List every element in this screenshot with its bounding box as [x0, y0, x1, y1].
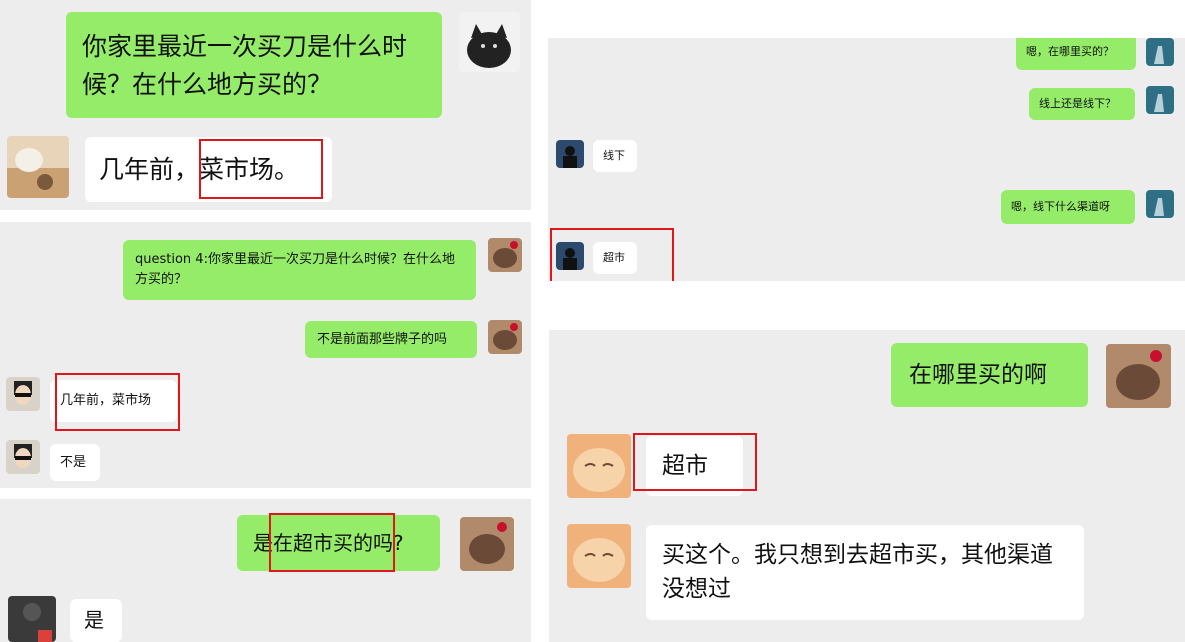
chat-panel-b: question 4:你家里最近一次买刀是什么时候？在什么地方买的？ 不是前面那…: [0, 222, 531, 488]
cat-photo-icon: [7, 148, 69, 198]
cat-photo-icon: [493, 323, 518, 350]
question-text: 在哪里买的啊: [909, 362, 1047, 388]
interviewer-avatar[interactable]: [488, 320, 522, 354]
highlight-box: [633, 433, 757, 491]
person-sunglasses-icon: [14, 381, 32, 405]
answer-bubble[interactable]: 是: [70, 599, 122, 642]
question-text: question 4:你家里最近一次买刀是什么时候？在什么地方买的？: [135, 252, 455, 287]
answer-bubble[interactable]: 不是: [50, 444, 100, 481]
black-cat-icon: [467, 24, 511, 68]
respondent-avatar[interactable]: [6, 440, 40, 474]
chat-panel-a: 你家里最近一次买刀是什么时候？在什么地方买的？ 几年前，菜市场。: [0, 0, 531, 210]
interviewer-avatar[interactable]: [460, 517, 514, 571]
respondent-avatar[interactable]: [556, 140, 584, 168]
question-bubble[interactable]: 线上还是线下？: [1029, 88, 1135, 120]
answer-text: 不是: [60, 455, 87, 470]
interviewer-avatar[interactable]: [1106, 344, 1171, 408]
question-bubble[interactable]: 在哪里买的啊: [891, 343, 1088, 407]
person-sunglasses-icon: [14, 444, 32, 468]
question-bubble[interactable]: 嗯，在哪里买的？: [1016, 38, 1136, 70]
chat-panel-c: 是在超市买的吗? 是: [0, 499, 531, 642]
respondent-avatar[interactable]: [567, 524, 631, 588]
respondent-avatar[interactable]: [8, 596, 56, 642]
respondent-avatar[interactable]: [567, 434, 631, 498]
hand-photo-icon: [1154, 94, 1164, 112]
question-bubble[interactable]: question 4:你家里最近一次买刀是什么时候？在什么地方买的？: [123, 240, 476, 300]
cat-photo-icon: [1116, 350, 1162, 400]
cat-photo-icon: [493, 241, 518, 268]
highlight-box: [199, 139, 323, 199]
interviewer-avatar[interactable]: [488, 238, 522, 272]
question-text: 嗯，在哪里买的？: [1026, 45, 1114, 58]
chat-panel-e: 在哪里买的啊 超市 买这个。我只想到去超市买，其他渠道没想过: [549, 330, 1185, 642]
chat-panel-d: 嗯，在哪里买的？ 线上还是线下？ 线下 嗯，线下什么渠道呀 超市: [548, 38, 1185, 281]
highlight-box: [55, 373, 180, 431]
respondent-avatar[interactable]: [7, 136, 69, 198]
hand-photo-icon: [1154, 198, 1164, 216]
question-text: 嗯，线下什么渠道呀: [1011, 200, 1110, 213]
question-bubble[interactable]: 你家里最近一次买刀是什么时候？在什么地方买的？: [66, 12, 442, 118]
followup-bubble[interactable]: 不是前面那些牌子的吗: [305, 321, 477, 358]
person-photo-icon: [23, 603, 52, 642]
interviewer-avatar[interactable]: [1146, 190, 1174, 218]
answer-text: 买这个。我只想到去超市买，其他渠道没想过: [662, 542, 1053, 602]
answer-text: 是: [84, 608, 104, 632]
interviewer-avatar[interactable]: [1146, 86, 1174, 114]
followup-text: 不是前面那些牌子的吗: [317, 332, 448, 347]
answer-bubble[interactable]: 线下: [593, 140, 637, 172]
interviewer-avatar[interactable]: [459, 12, 520, 72]
highlight-box: [269, 513, 395, 572]
hand-photo-icon: [1154, 46, 1164, 64]
cat-face-icon: [573, 448, 625, 492]
respondent-avatar[interactable]: [6, 377, 40, 411]
question-text: 你家里最近一次买刀是什么时候？在什么地方买的？: [82, 32, 408, 99]
highlight-box: [550, 228, 674, 281]
answer-text: 线下: [603, 149, 625, 162]
interviewer-avatar[interactable]: [1146, 38, 1174, 66]
cat-face-icon: [573, 538, 625, 582]
answer-bubble[interactable]: 买这个。我只想到去超市买，其他渠道没想过: [646, 525, 1084, 620]
cat-photo-icon: [469, 522, 507, 564]
person-silhouette-icon: [563, 146, 577, 168]
question-bubble[interactable]: 嗯，线下什么渠道呀: [1001, 190, 1135, 224]
question-text: 线上还是线下？: [1039, 97, 1116, 110]
